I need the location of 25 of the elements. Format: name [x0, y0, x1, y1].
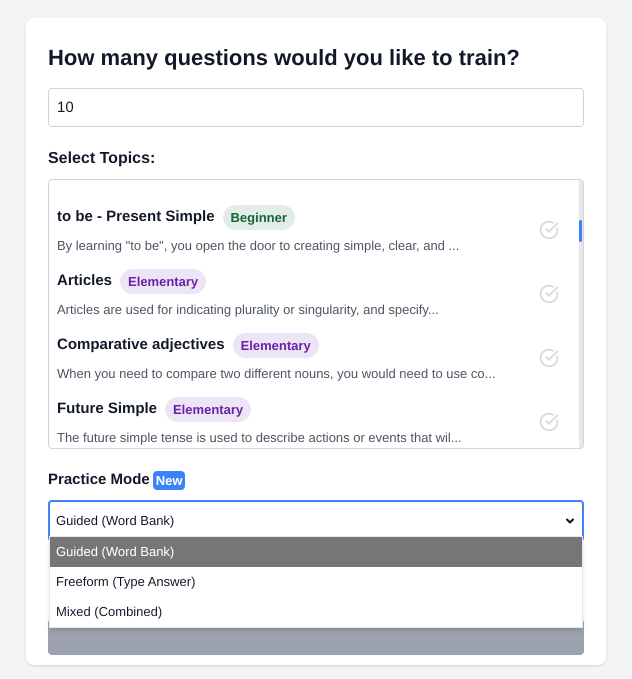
- question-count-field[interactable]: 10: [48, 88, 584, 127]
- topic-item[interactable]: Comparative adjectives Elementary When you need to compare two different nouns, you would need to use co...: [49, 326, 567, 390]
- practice-mode-label: Practice Mode: [48, 470, 150, 490]
- dropdown-option[interactable]: Guided (Word Bank): [50, 537, 582, 567]
- level-badge: Elementary: [232, 332, 319, 358]
- scrollbar[interactable]: [579, 180, 583, 448]
- topic-name: Comparative adjectives: [57, 335, 225, 355]
- topic-description: Articles are used for indicating plurality or singularity, and specify...: [57, 301, 439, 319]
- level-badge: Beginner: [222, 204, 295, 230]
- topic-description: By learning "to be", you open the door to creating simple, clear, and ...: [57, 237, 460, 255]
- topic-description: When you need to compare two different nouns, you would need to use co...: [57, 365, 496, 383]
- topic-item[interactable]: to be - Present Simple Beginner By learning "to be", you open the door to creating simple, clear, and ...: [49, 198, 567, 262]
- question-title: How many questions would you like to train?: [48, 44, 521, 72]
- topics-label: Select Topics:: [48, 149, 156, 169]
- topic-item[interactable]: Articles Elementary Articles are used for indicating plurality or singularity, and specify...: [49, 262, 567, 326]
- topic-name: Future Simple: [57, 399, 158, 419]
- topic-description: The future simple tense is used to describe actions or events that wil...: [57, 429, 462, 447]
- dropdown-option[interactable]: Freeform (Type Answer): [50, 567, 582, 597]
- topic-name: to be - Present Simple: [57, 207, 215, 227]
- topic-name: Articles: [57, 271, 112, 291]
- level-badge: Elementary: [120, 268, 206, 294]
- level-badge: Elementary: [165, 396, 252, 422]
- topic-item[interactable]: Future Simple Elementary The future simple tense is used to describe actions or events that wil...: [49, 390, 567, 448]
- new-badge: New: [152, 470, 186, 490]
- dropdown-option[interactable]: Mixed (Combined): [50, 597, 582, 627]
